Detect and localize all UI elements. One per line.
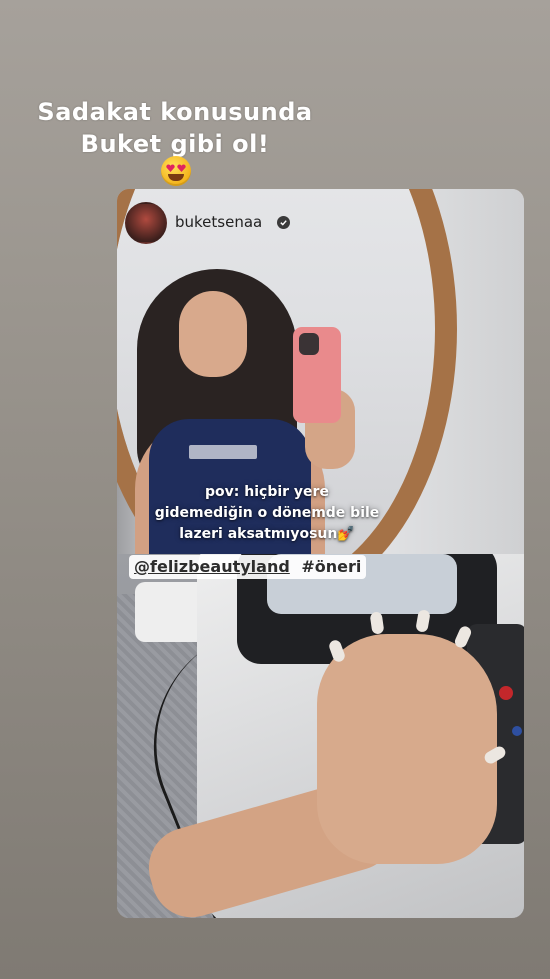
machine-red-button bbox=[499, 686, 513, 700]
phone bbox=[293, 327, 341, 423]
heart-right-icon bbox=[177, 164, 186, 172]
story-headline: Sadakat konusunda Buket gibi ol! bbox=[0, 96, 350, 160]
mention-link[interactable]: @felizbeautyland bbox=[134, 557, 290, 576]
person-hand-spread bbox=[317, 634, 497, 864]
heart-left-icon bbox=[166, 164, 175, 172]
post-photo-mirror-selfie: buketsenaa pov: hiçbir yere gidemediğin … bbox=[117, 189, 524, 554]
caption-line-2: gidemediğin o dönemde bile bbox=[154, 505, 380, 521]
machine-blue-button bbox=[512, 726, 522, 736]
post-caption: pov: hiçbir yere gidemediğin o dönemde b… bbox=[117, 482, 417, 545]
mention-sticker[interactable]: @felizbeautyland #öneri bbox=[129, 555, 367, 579]
emoji-mouth bbox=[168, 174, 184, 181]
post-photo-laser-device bbox=[117, 554, 524, 918]
phone-camera bbox=[299, 333, 319, 355]
caption-line-1: pov: hiçbir yere bbox=[205, 484, 329, 500]
shared-post-card[interactable]: buketsenaa pov: hiçbir yere gidemediğin … bbox=[117, 189, 524, 918]
person-face bbox=[179, 291, 247, 377]
avatar[interactable] bbox=[125, 202, 167, 244]
verified-badge-icon bbox=[277, 216, 290, 229]
post-username[interactable]: buketsenaa bbox=[175, 213, 262, 231]
caption-line-3: lazeri aksatmıyosun💅 bbox=[179, 526, 355, 542]
hashtag-link[interactable]: #öneri bbox=[301, 557, 361, 576]
shirt-print bbox=[189, 445, 257, 459]
heart-eyes-emoji-icon bbox=[161, 156, 191, 186]
headline-line-1: Sadakat konusunda bbox=[37, 98, 313, 126]
